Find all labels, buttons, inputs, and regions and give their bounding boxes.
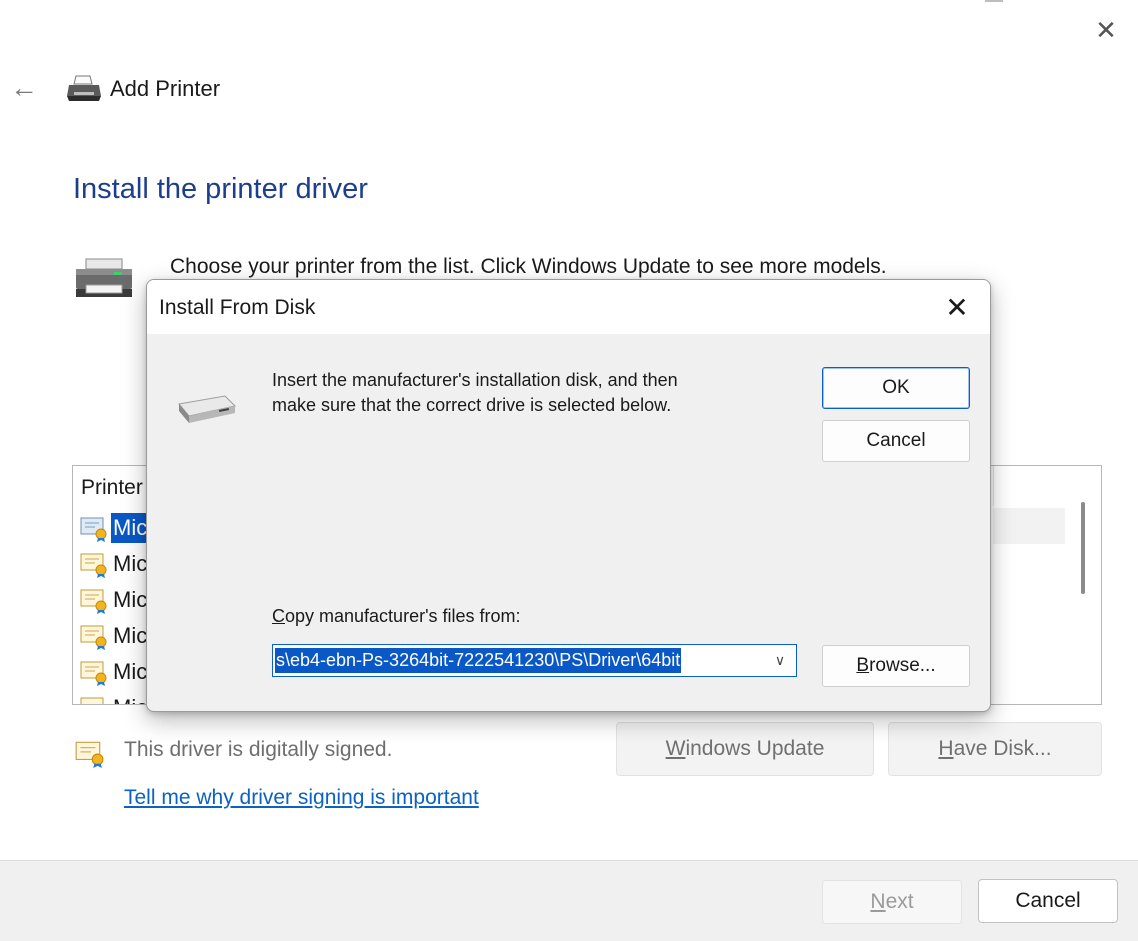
next-button[interactable]: Next <box>822 880 962 924</box>
list-item[interactable]: Mic <box>79 690 149 704</box>
list-column-header-right <box>993 466 1066 506</box>
copy-files-value[interactable]: s\eb4-ebn-Ps-3264bit-7222541230\PS\Drive… <box>275 648 682 673</box>
close-icon: ✕ <box>1095 15 1117 45</box>
list-item-label: Mic <box>113 551 148 576</box>
printer-icon <box>76 258 132 297</box>
cancel-button[interactable]: Cancel <box>978 879 1118 923</box>
windows-update-button[interactable]: Windows Update <box>616 722 874 776</box>
list-item-label: Mic <box>111 693 149 704</box>
list-selection-band <box>993 508 1065 544</box>
certificate-icon <box>80 697 104 704</box>
button-label: Browse... <box>856 655 936 676</box>
browse-button[interactable]: Browse... <box>822 645 970 687</box>
dialog-message: Insert the manufacturer's installation d… <box>272 368 792 418</box>
install-from-disk-dialog: Install From Disk ✕ Insert the manufactu… <box>146 279 991 712</box>
certificate-icon <box>80 517 107 542</box>
copy-files-label: Copy manufacturer's files from: <box>272 606 521 626</box>
back-arrow-icon: ← <box>10 72 38 103</box>
dialog-message-line: Insert the manufacturer's installation d… <box>272 370 678 390</box>
list-item-label: Mic <box>113 659 148 684</box>
window-close-button[interactable]: ✕ <box>1088 12 1124 48</box>
printer-icon <box>67 75 101 101</box>
driver-signed-text: This driver is digitally signed. <box>124 738 393 761</box>
window-top-edge <box>985 0 1003 2</box>
dialog-close-button[interactable]: ✕ <box>937 288 977 328</box>
wizard-footer <box>0 860 1138 941</box>
back-button[interactable]: ← <box>6 70 42 106</box>
page-heading: Install the printer driver <box>73 173 368 205</box>
list-column-header[interactable]: Printer <box>81 476 143 500</box>
have-disk-button[interactable]: Have Disk... <box>888 722 1102 776</box>
list-item[interactable]: Mic <box>79 582 149 618</box>
list-item-label: Mic <box>111 513 150 543</box>
list-item-label: Mic <box>113 587 148 612</box>
driver-signing-link[interactable]: Tell me why driver signing is important <box>124 786 479 810</box>
disk-drive-icon <box>178 395 237 423</box>
dialog-title: Install From Disk <box>159 296 316 319</box>
list-scrollbar[interactable] <box>1081 502 1085 594</box>
certificate-icon <box>80 589 107 614</box>
list-item-label: Mic <box>113 623 148 648</box>
button-label: Next <box>870 890 914 913</box>
list-item[interactable]: Mic <box>79 510 150 546</box>
list-item[interactable]: Mic <box>79 618 149 654</box>
dialog-message-line: make sure that the correct drive is sele… <box>272 395 672 415</box>
chevron-down-icon[interactable]: ∨ <box>770 648 790 672</box>
close-icon: ✕ <box>945 292 969 323</box>
list-item[interactable]: Mic <box>79 654 149 690</box>
certificate-icon <box>75 741 104 768</box>
ok-button[interactable]: OK <box>822 367 970 409</box>
dialog-cancel-button[interactable]: Cancel <box>822 420 970 462</box>
list-item[interactable]: Mic <box>79 546 149 582</box>
window-title: Add Printer <box>110 76 221 101</box>
button-label: Have Disk... <box>938 737 1052 760</box>
certificate-icon <box>80 625 107 650</box>
certificate-icon <box>80 553 107 578</box>
certificate-icon <box>80 661 107 686</box>
button-label: Windows Update <box>665 737 825 760</box>
copy-files-combobox[interactable]: s\eb4-ebn-Ps-3264bit-7222541230\PS\Drive… <box>272 644 797 677</box>
instructions-text: Choose your printer from the list. Click… <box>170 255 887 278</box>
